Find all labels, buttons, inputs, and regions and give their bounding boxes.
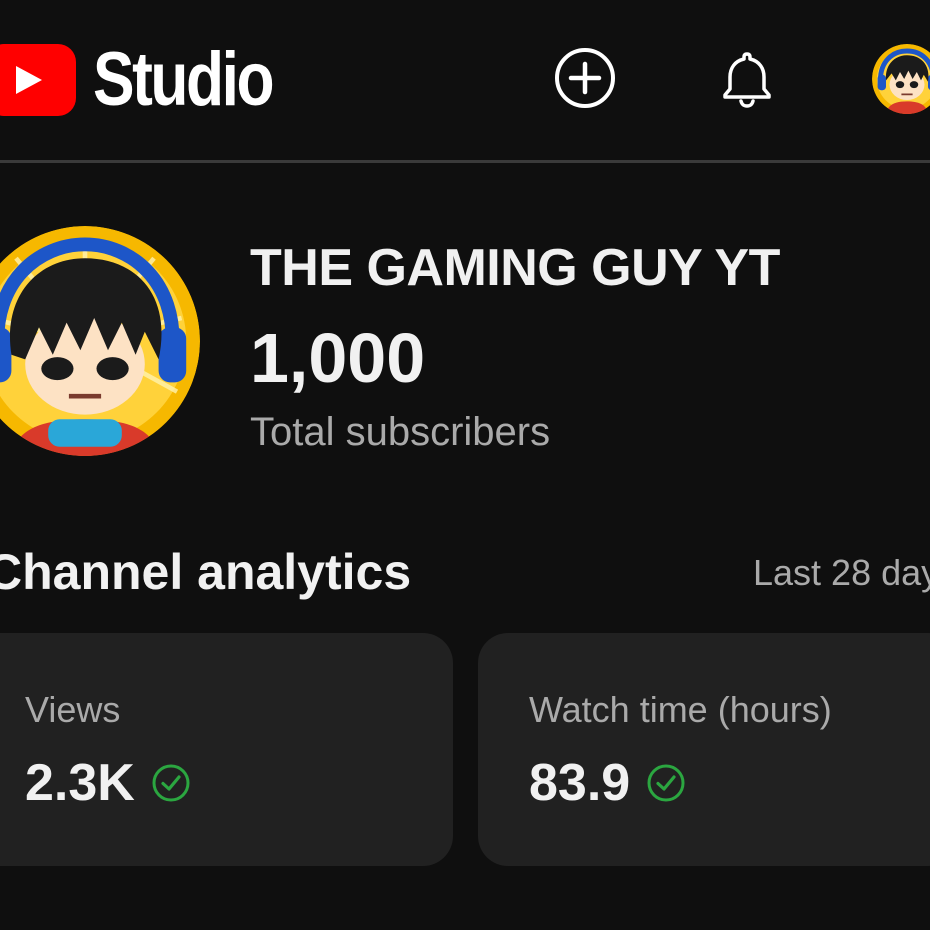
analytics-title: Channel analytics [0, 544, 412, 600]
channel-name: THE GAMING GUY YT [250, 239, 780, 297]
subscriber-label: Total subscribers [250, 410, 551, 454]
studio-dashboard: Studio THE GAMING GUY YT 1,000 Total sub… [0, 0, 930, 930]
check-circle-icon [647, 764, 685, 802]
account-avatar[interactable] [872, 44, 930, 114]
watch-time-label: Watch time (hours) [529, 689, 832, 730]
bell-icon [723, 52, 771, 108]
create-plus-icon [555, 48, 615, 108]
check-circle-icon [152, 764, 190, 802]
subscriber-count: 1,000 [250, 319, 426, 397]
analytics-period[interactable]: Last 28 days [753, 552, 930, 594]
views-value-row: 2.3K [25, 753, 191, 813]
top-app-bar: Studio [0, 0, 930, 162]
views-card[interactable]: Views 2.3K [0, 633, 453, 866]
studio-logo[interactable]: Studio [0, 42, 311, 118]
brand-name: Studio [93, 37, 275, 122]
watch-time-value-row: 83.9 [529, 753, 686, 813]
header-divider [0, 160, 930, 163]
channel-avatar-image [0, 226, 200, 456]
avatar-image [872, 44, 930, 114]
watch-time-value: 83.9 [529, 754, 631, 812]
watch-time-card[interactable]: Watch time (hours) 83.9 [478, 633, 930, 866]
create-button[interactable] [553, 46, 617, 110]
youtube-logo-icon [0, 44, 76, 116]
channel-avatar[interactable] [0, 226, 200, 456]
views-label: Views [25, 689, 121, 730]
notifications-button[interactable] [715, 46, 779, 110]
views-value: 2.3K [25, 754, 135, 812]
